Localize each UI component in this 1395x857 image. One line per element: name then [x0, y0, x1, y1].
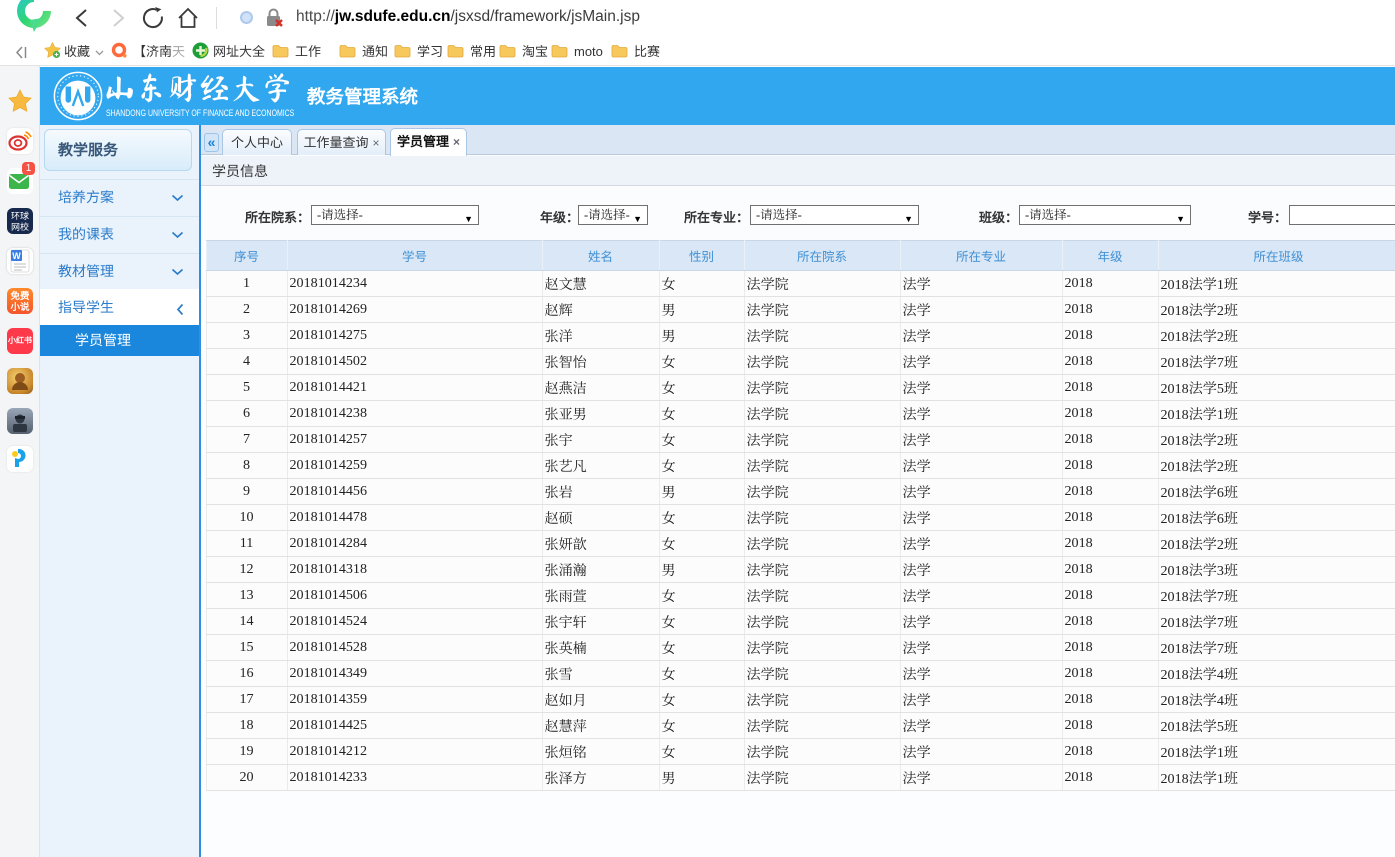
svg-text:W: W	[12, 251, 21, 261]
